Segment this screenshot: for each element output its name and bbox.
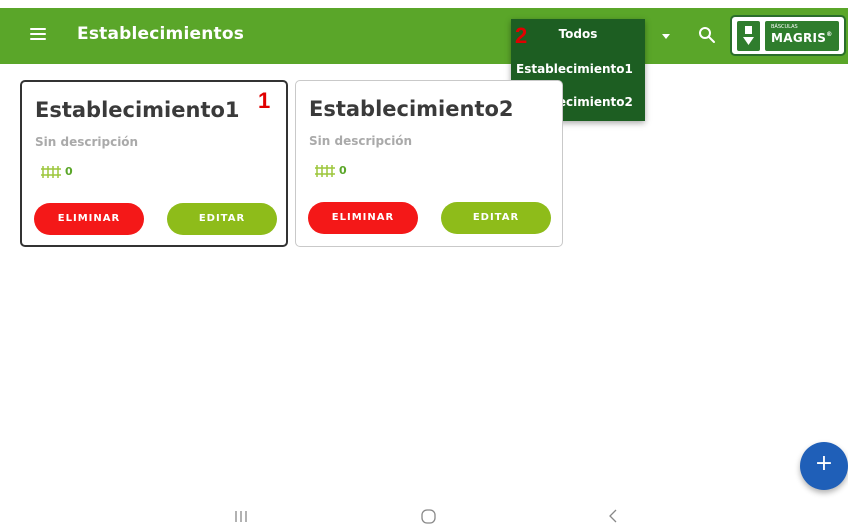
- establishment-name: Establecimiento1: [35, 98, 240, 122]
- annotation-marker-2: 2: [515, 23, 528, 48]
- hamburger-menu-icon[interactable]: [28, 24, 48, 44]
- establishment-count: 0: [339, 164, 347, 177]
- back-icon[interactable]: [606, 506, 620, 524]
- fence-icon: [315, 165, 335, 177]
- establishment-description: Sin descripción: [309, 134, 413, 148]
- chevron-down-icon[interactable]: [662, 34, 670, 39]
- add-icon: +: [814, 451, 834, 476]
- recent-apps-icon[interactable]: [233, 506, 249, 524]
- home-icon[interactable]: [420, 506, 438, 524]
- logo-emblem-icon: [737, 21, 760, 51]
- delete-button[interactable]: ELIMINAR: [34, 203, 144, 235]
- dropdown-selected-option[interactable]: Todos: [511, 27, 645, 41]
- edit-button[interactable]: EDITAR: [167, 203, 277, 235]
- brand-logo: BÁSCULAS MAGRIS®: [730, 15, 846, 56]
- establishment-description: Sin descripción: [35, 135, 139, 149]
- page-title: Establecimientos: [77, 24, 245, 44]
- establishment-count: 0: [65, 165, 73, 178]
- annotation-marker-1: 1: [258, 88, 271, 113]
- app-bar: Establecimientos: [0, 8, 848, 64]
- search-icon[interactable]: [698, 26, 716, 44]
- edit-button[interactable]: EDITAR: [441, 202, 551, 234]
- establishment-card[interactable]: Establecimiento1 Sin descripción 0 ELIMI…: [20, 80, 288, 247]
- add-establishment-button[interactable]: +: [800, 442, 848, 490]
- dropdown-option-establecimiento1[interactable]: Establecimiento1: [516, 62, 633, 76]
- fence-icon: [41, 166, 61, 178]
- logo-brand: MAGRIS®: [771, 31, 833, 45]
- establishment-name: Establecimiento2: [309, 97, 514, 121]
- delete-button[interactable]: ELIMINAR: [308, 202, 418, 234]
- logo-subtitle: BÁSCULAS: [771, 24, 798, 30]
- establishment-card[interactable]: Establecimiento2 Sin descripción 0 ELIMI…: [295, 80, 563, 247]
